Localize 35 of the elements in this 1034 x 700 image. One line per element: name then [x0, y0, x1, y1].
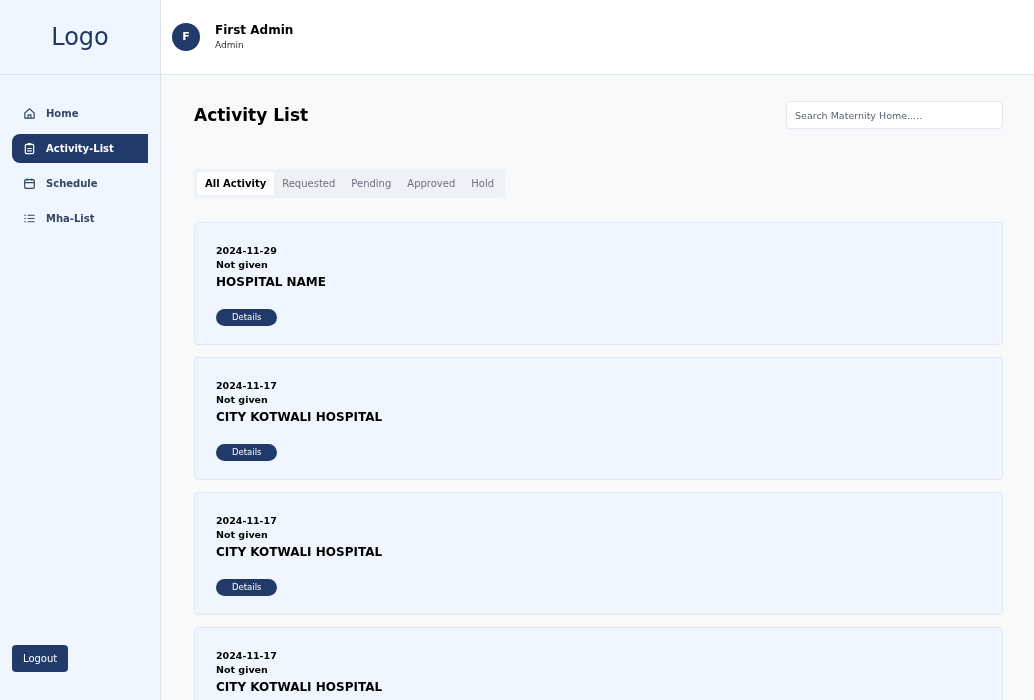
activity-date: 2024-11-17 [216, 379, 278, 393]
details-button[interactable]: Details [216, 309, 278, 326]
user-role: Admin [215, 39, 245, 53]
activity-note: Not given [216, 528, 269, 542]
hospital-name: CITY KOTWALI HOSPITAL [216, 544, 384, 561]
activity-note: Not given [216, 258, 269, 272]
logo: Logo [51, 22, 109, 53]
logout-button[interactable]: Logout [12, 645, 69, 672]
sidebar-item[interactable]: Schedule [12, 169, 148, 198]
hospital-name: CITY KOTWALI HOSPITAL [216, 679, 384, 696]
activity-note: Not given [216, 663, 269, 677]
activity-date: 2024-11-17 [216, 649, 278, 663]
calendar-icon [23, 177, 36, 190]
list-icon [23, 212, 36, 225]
user-avatar: F [172, 23, 200, 51]
filter-tab[interactable]: Approved [399, 172, 464, 195]
hospital-name: CITY KOTWALI HOSPITAL [216, 409, 384, 426]
filter-tab[interactable]: Pending [343, 172, 400, 195]
home-icon [23, 107, 36, 120]
activity-date: 2024-11-17 [216, 514, 278, 528]
sidebar-item[interactable]: Home [12, 99, 148, 128]
filter-tab[interactable]: Requested [274, 172, 344, 195]
page-title: Activity List [194, 104, 309, 126]
activity-note: Not given [216, 393, 269, 407]
details-button[interactable]: Details [216, 579, 278, 596]
search-field[interactable]: Search Maternity Home..... [786, 101, 1003, 129]
sidebar-item[interactable]: Mha-List [12, 204, 148, 233]
clipboard-icon [23, 142, 36, 155]
sidebar-item[interactable]: Activity-List [12, 134, 148, 163]
user-name: First Admin [215, 22, 294, 40]
activity-date: 2024-11-29 [216, 244, 278, 258]
filter-tab[interactable]: All Activity [197, 172, 275, 195]
details-button[interactable]: Details [216, 444, 278, 461]
filter-tab[interactable]: Hold [463, 172, 503, 195]
hospital-name: HOSPITAL NAME [216, 274, 327, 291]
